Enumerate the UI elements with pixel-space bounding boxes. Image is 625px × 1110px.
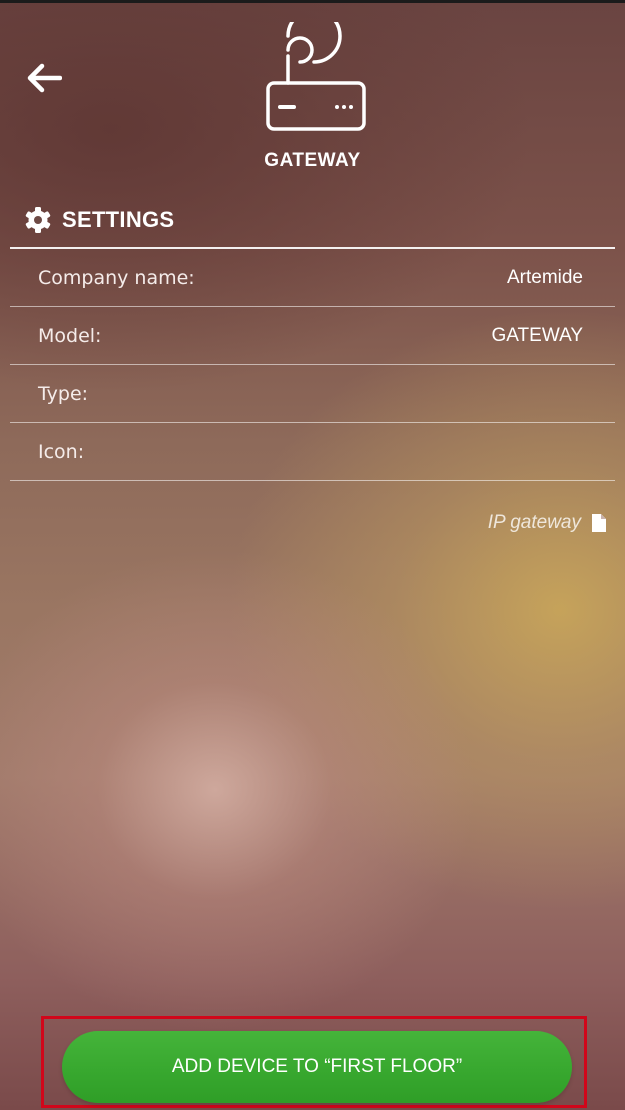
add-device-button[interactable]: ADD DEVICE TO “FIRST FLOOR” [62, 1031, 572, 1103]
back-button[interactable] [22, 58, 66, 98]
router-icon [266, 22, 366, 131]
settings-header: SETTINGS [24, 203, 174, 237]
settings-title: SETTINGS [62, 207, 175, 232]
document-link-label: IP gateway [487, 512, 581, 533]
row-value: Artemide [506, 266, 583, 288]
row-value: GATEWAY [491, 324, 583, 346]
row-label: Company name: [38, 266, 195, 289]
row-label: Icon: [38, 440, 85, 463]
row-type: Type: [10, 365, 615, 423]
row-label: Type: [38, 382, 89, 405]
arrow-left-icon [27, 63, 62, 93]
device-title: GATEWAY [264, 150, 361, 171]
top-border [0, 0, 625, 3]
row-model: Model: GATEWAY [10, 307, 615, 365]
row-label: Model: [38, 324, 102, 347]
document-icon [592, 514, 606, 532]
settings-list: Company name: Artemide Model: GATEWAY Ty… [10, 249, 615, 481]
row-company-name: Company name: Artemide [10, 249, 615, 307]
ip-gateway-document-link[interactable]: IP gateway [488, 510, 607, 536]
gear-icon [25, 207, 51, 233]
row-icon: Icon: [10, 423, 615, 481]
